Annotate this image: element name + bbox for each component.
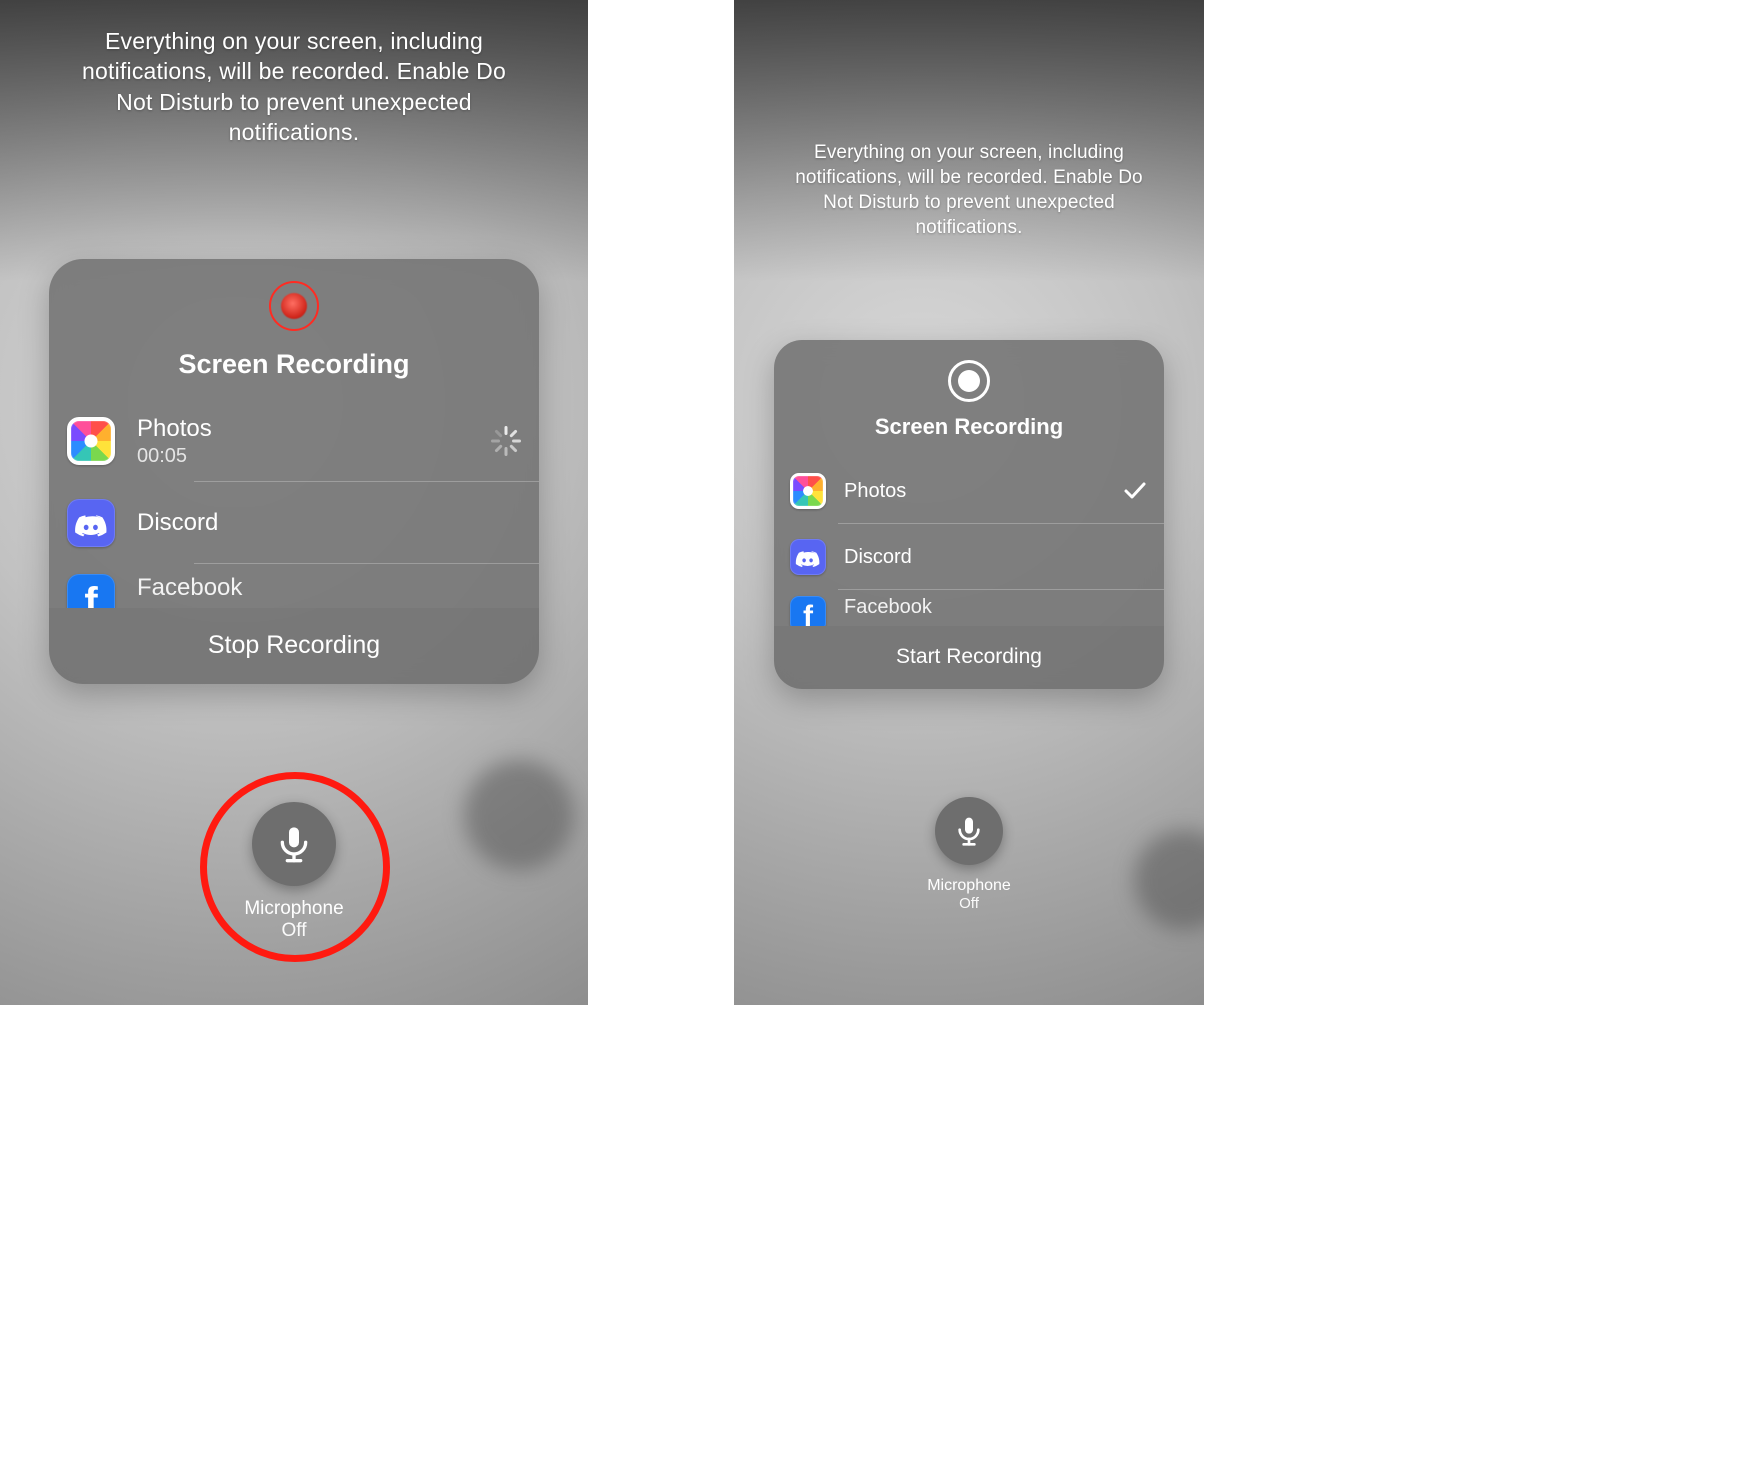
- screen-recording-card: Screen Recording Photos Discord: [774, 340, 1164, 689]
- discord-app-icon: [67, 499, 115, 547]
- card-header: Screen Recording: [49, 259, 539, 400]
- screenshot-right: Everything on your screen, including not…: [734, 0, 1204, 1005]
- broadcast-target-discord[interactable]: Discord: [49, 482, 539, 564]
- app-label: Photos: [844, 480, 1122, 503]
- photos-app-icon: [67, 417, 115, 465]
- broadcast-target-list[interactable]: Photos 00:05 Discord f: [49, 400, 539, 608]
- broadcast-target-photos[interactable]: Photos: [774, 458, 1164, 524]
- microphone-label: Microphone: [0, 898, 588, 920]
- microphone-state: Off: [0, 920, 588, 942]
- card-title: Screen Recording: [774, 414, 1164, 440]
- microphone-label: Microphone: [734, 877, 1204, 895]
- start-recording-button[interactable]: Start Recording: [774, 626, 1164, 689]
- screen-recording-card: Screen Recording Photos 00:05 Disc: [49, 259, 539, 684]
- card-header: Screen Recording: [774, 340, 1164, 458]
- recording-elapsed-time: 00:05: [137, 445, 491, 468]
- microphone-section: Microphone Off: [0, 802, 588, 942]
- recording-active-icon: [269, 281, 319, 331]
- microphone-icon: [953, 815, 985, 847]
- discord-app-icon: [790, 539, 826, 575]
- microphone-icon: [274, 824, 314, 864]
- app-label: Photos: [137, 415, 491, 443]
- photos-app-icon: [790, 473, 826, 509]
- facebook-app-icon: f: [67, 574, 115, 608]
- microphone-toggle-button[interactable]: [935, 797, 1003, 865]
- recording-warning-text: Everything on your screen, including not…: [754, 0, 1184, 240]
- broadcast-target-facebook[interactable]: f Facebook: [774, 590, 1164, 626]
- layout-gap: [588, 0, 734, 1005]
- card-title: Screen Recording: [49, 349, 539, 380]
- recording-warning-text: Everything on your screen, including not…: [34, 0, 554, 147]
- app-label: Facebook: [844, 596, 1148, 619]
- broadcast-target-discord[interactable]: Discord: [774, 524, 1164, 590]
- microphone-section: Microphone Off: [734, 797, 1204, 912]
- loading-spinner-icon: [491, 426, 521, 456]
- facebook-app-icon: f: [790, 596, 826, 626]
- app-label: Facebook: [137, 574, 521, 602]
- selected-checkmark-icon: [1122, 478, 1148, 504]
- recording-idle-icon: [948, 360, 990, 402]
- app-label: Discord: [844, 546, 1148, 569]
- broadcast-target-list[interactable]: Photos Discord f Facebook: [774, 458, 1164, 626]
- broadcast-target-facebook[interactable]: f Facebook: [49, 564, 539, 608]
- screenshot-left: Everything on your screen, including not…: [0, 0, 588, 1005]
- broadcast-target-photos[interactable]: Photos 00:05: [49, 400, 539, 482]
- microphone-state: Off: [734, 895, 1204, 912]
- stop-recording-button[interactable]: Stop Recording: [49, 608, 539, 684]
- microphone-toggle-button[interactable]: [252, 802, 336, 886]
- app-label: Discord: [137, 509, 521, 537]
